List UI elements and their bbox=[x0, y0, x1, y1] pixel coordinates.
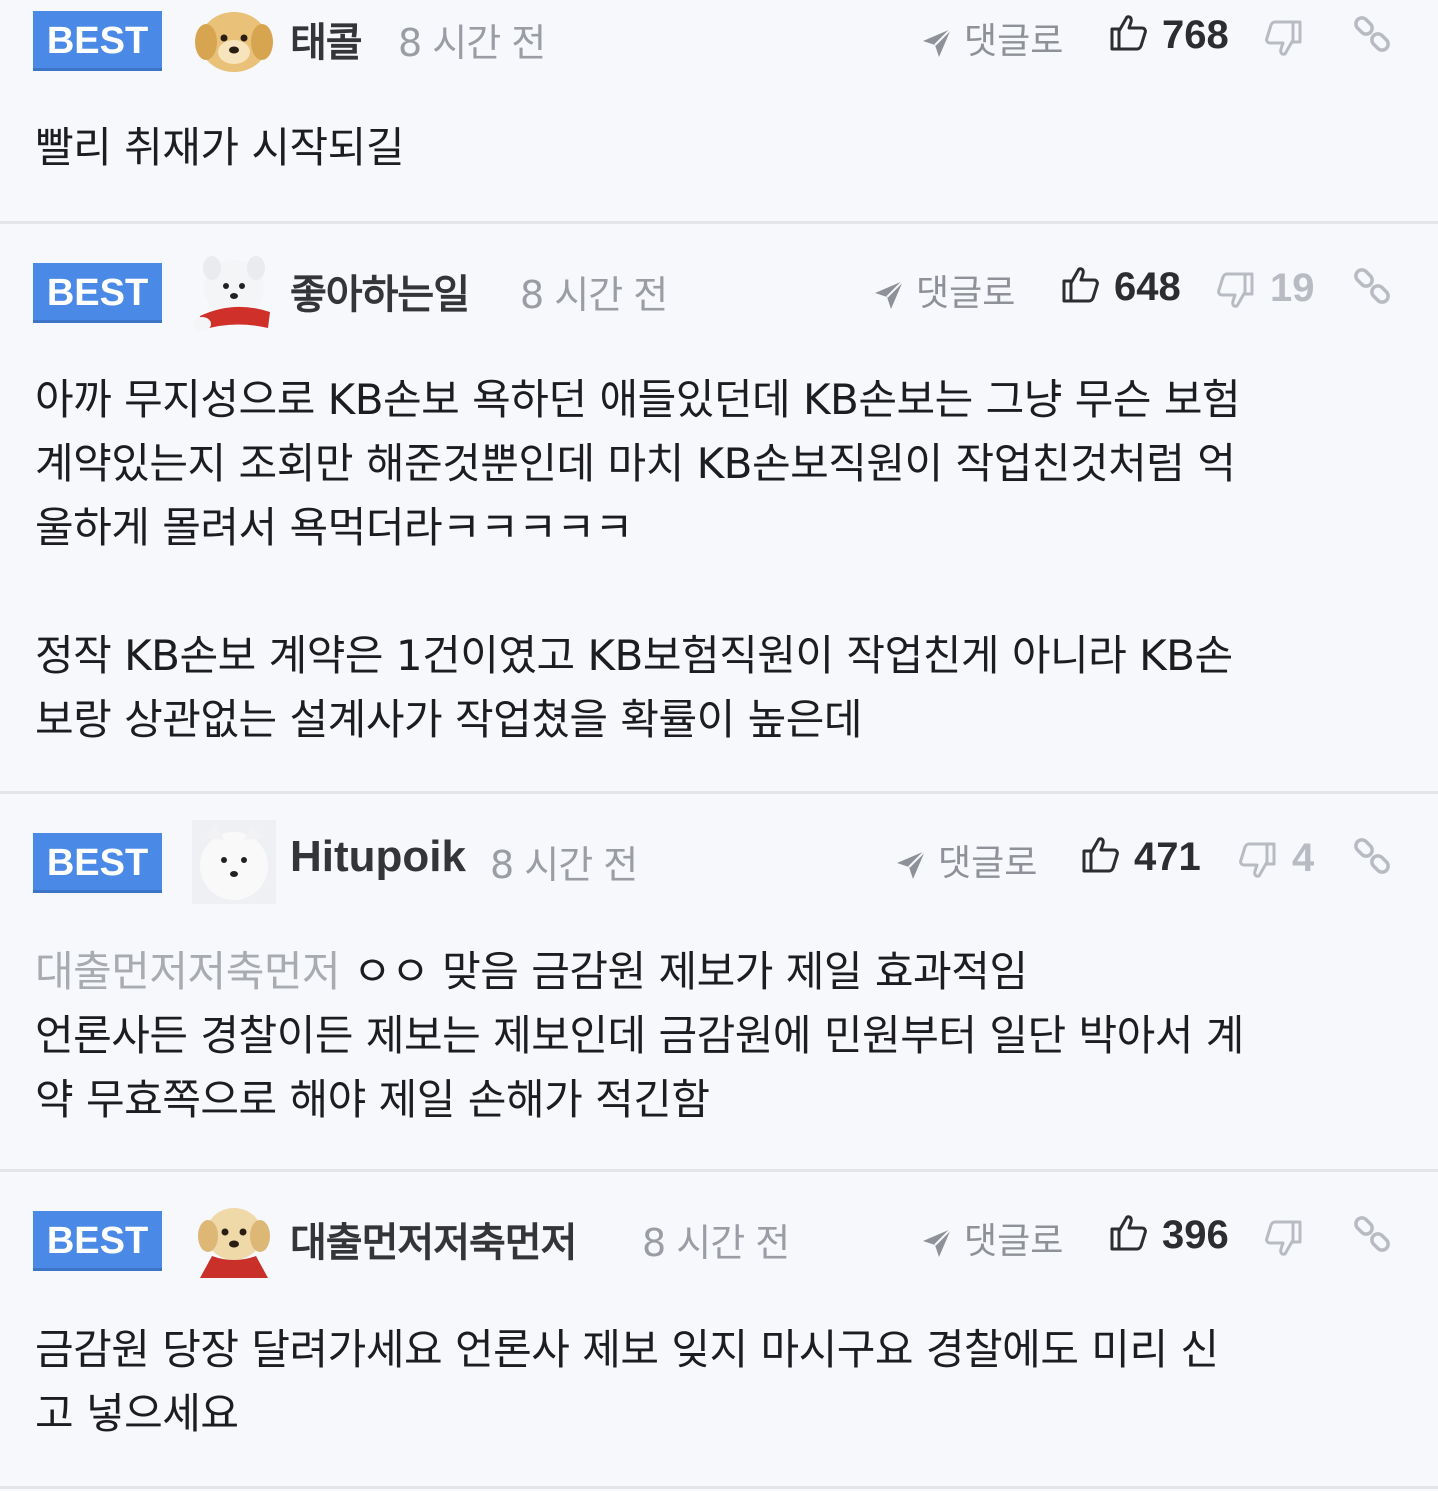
comment-header: BEST 대출먼저저축먼저 8 시간 전 댓글로 396 bbox=[0, 1200, 1438, 1280]
comment-line: 계약있는지 조회만 해준것뿐인데 마치 KB손보직원이 작업친것처럼 억 bbox=[35, 439, 1236, 488]
best-badge: BEST bbox=[33, 11, 162, 71]
like-button[interactable]: 648 bbox=[1060, 264, 1181, 310]
comment-header: BEST 태콜 8 시간 전 댓글로 768 bbox=[0, 0, 1438, 80]
dislike-button[interactable]: 4 bbox=[1238, 836, 1314, 881]
link-icon[interactable] bbox=[1352, 266, 1392, 306]
dislike-button[interactable] bbox=[1264, 14, 1318, 59]
thumbs-up-icon bbox=[1060, 264, 1100, 304]
comment-2: BEST 좋아하는일 8 시간 전 댓글로 648 19 아까 무지성으로 KB… bbox=[0, 224, 1438, 792]
comment-header: BEST 좋아하는일 8 시간 전 댓글로 648 19 bbox=[0, 252, 1438, 332]
comment-line: 약 무효쪽으로 해야 제일 손해가 적긴함 bbox=[35, 1075, 710, 1124]
comment-line: 울하게 몰려서 욕먹더라ㅋㅋㅋㅋㅋ bbox=[35, 503, 633, 552]
comment-line: 아까 무지성으로 KB손보 욕하던 애들있던데 KB손보는 그냥 무슨 보험 bbox=[35, 375, 1241, 424]
nickname[interactable]: Hitupoik bbox=[290, 832, 466, 882]
nickname[interactable]: 태콜 bbox=[290, 10, 363, 68]
comment-body: 금감원 당장 달려가세요 언론사 제보 잊지 마시구요 경찰에도 미리 신 고 … bbox=[35, 1318, 1405, 1446]
comment-line: 대출먼저저축먼저 ㅇㅇ 맞음 금감원 제보가 제일 효과적임 bbox=[35, 940, 1405, 1004]
reply-button[interactable]: 댓글로 bbox=[894, 834, 1037, 884]
puppy-avatar[interactable] bbox=[192, 0, 276, 82]
like-button[interactable]: 768 bbox=[1108, 12, 1229, 58]
comment-3: BEST Hitupoik 8 시간 전 댓글로 471 4 대출먼저저축먼저 … bbox=[0, 794, 1438, 1170]
send-arrow-icon bbox=[894, 848, 928, 882]
best-badge: BEST bbox=[33, 263, 162, 323]
timestamp: 8 시간 전 bbox=[398, 21, 546, 65]
comment-body: 빨리 취재가 시작되길 bbox=[35, 116, 1405, 180]
comment-line bbox=[35, 560, 1405, 624]
thumbs-down-icon bbox=[1216, 271, 1256, 311]
thumbs-down-icon bbox=[1238, 841, 1278, 881]
send-arrow-icon bbox=[920, 1226, 954, 1260]
comment-line-text: ㅇㅇ 맞음 금감원 제보가 제일 효과적임 bbox=[352, 947, 1028, 996]
comment-body: 아까 무지성으로 KB손보 욕하던 애들있던데 KB손보는 그냥 무슨 보험 계… bbox=[35, 368, 1405, 752]
comment-line: 정작 KB손보 계약은 1건이였고 KB보험직원이 작업친게 아니라 KB손 bbox=[35, 631, 1233, 680]
timestamp: 8 시간 전 bbox=[642, 1221, 790, 1265]
reply-label: 댓글로 bbox=[964, 1221, 1064, 1262]
comment-1: BEST 태콜 8 시간 전 댓글로 768 빨리 취재가 시작되길 bbox=[0, 0, 1438, 222]
thumbs-up-icon bbox=[1108, 1212, 1148, 1252]
link-icon[interactable] bbox=[1352, 1214, 1392, 1254]
comment-line: 언론사든 경찰이든 제보는 제보인데 금감원에 민원부터 일단 박아서 계 bbox=[35, 1011, 1244, 1060]
comment-4: BEST 대출먼저저축먼저 8 시간 전 댓글로 396 금감원 당장 달려가세… bbox=[0, 1172, 1438, 1491]
reply-label: 댓글로 bbox=[916, 273, 1016, 314]
like-count: 471 bbox=[1134, 835, 1201, 879]
comment-line: 금감원 당장 달려가세요 언론사 제보 잊지 마시구요 경찰에도 미리 신 bbox=[35, 1325, 1219, 1374]
send-arrow-icon bbox=[872, 278, 906, 312]
reply-button[interactable]: 댓글로 bbox=[872, 264, 1015, 314]
comment-line: 보랑 상관없는 설계사가 작업쳤을 확률이 높은데 bbox=[35, 695, 863, 744]
like-count: 768 bbox=[1162, 13, 1229, 57]
quoted-user[interactable]: 대출먼저저축먼저 bbox=[35, 947, 341, 996]
thumbs-up-icon bbox=[1108, 12, 1148, 52]
timestamp: 8 시간 전 bbox=[520, 273, 668, 317]
dislike-count: 4 bbox=[1292, 836, 1315, 880]
reply-label: 댓글로 bbox=[964, 21, 1064, 62]
like-count: 396 bbox=[1162, 1213, 1229, 1257]
comment-header: BEST Hitupoik 8 시간 전 댓글로 471 4 bbox=[0, 820, 1438, 904]
send-arrow-icon bbox=[920, 26, 954, 60]
nickname[interactable]: 좋아하는일 bbox=[290, 262, 470, 320]
dislike-button[interactable]: 19 bbox=[1216, 266, 1315, 311]
reply-button[interactable]: 댓글로 bbox=[920, 12, 1063, 62]
samoyed-avatar[interactable] bbox=[192, 820, 276, 904]
thumbs-down-icon bbox=[1264, 19, 1304, 59]
comment-line: 고 넣으세요 bbox=[35, 1389, 239, 1438]
comment-body: 대출먼저저축먼저 ㅇㅇ 맞음 금감원 제보가 제일 효과적임 언론사든 경찰이든… bbox=[35, 940, 1405, 1132]
retriever-avatar[interactable] bbox=[192, 1198, 276, 1282]
comment-divider bbox=[0, 1486, 1438, 1489]
dislike-button[interactable] bbox=[1264, 1214, 1318, 1259]
like-button[interactable]: 471 bbox=[1080, 834, 1201, 880]
timestamp: 8 시간 전 bbox=[490, 843, 638, 887]
nickname[interactable]: 대출먼저저축먼저 bbox=[290, 1210, 577, 1268]
like-count: 648 bbox=[1114, 265, 1181, 309]
best-badge: BEST bbox=[33, 833, 162, 893]
thumbs-up-icon bbox=[1080, 834, 1120, 874]
dislike-count: 19 bbox=[1270, 266, 1315, 310]
comment-line: 빨리 취재가 시작되길 bbox=[35, 123, 404, 172]
best-badge: BEST bbox=[33, 1211, 162, 1271]
reply-label: 댓글로 bbox=[938, 843, 1038, 884]
link-icon[interactable] bbox=[1352, 14, 1392, 54]
link-icon[interactable] bbox=[1352, 836, 1392, 876]
reply-button[interactable]: 댓글로 bbox=[920, 1212, 1063, 1262]
like-button[interactable]: 396 bbox=[1108, 1212, 1229, 1258]
white-dog-avatar[interactable] bbox=[192, 250, 276, 334]
thumbs-down-icon bbox=[1264, 1219, 1304, 1259]
